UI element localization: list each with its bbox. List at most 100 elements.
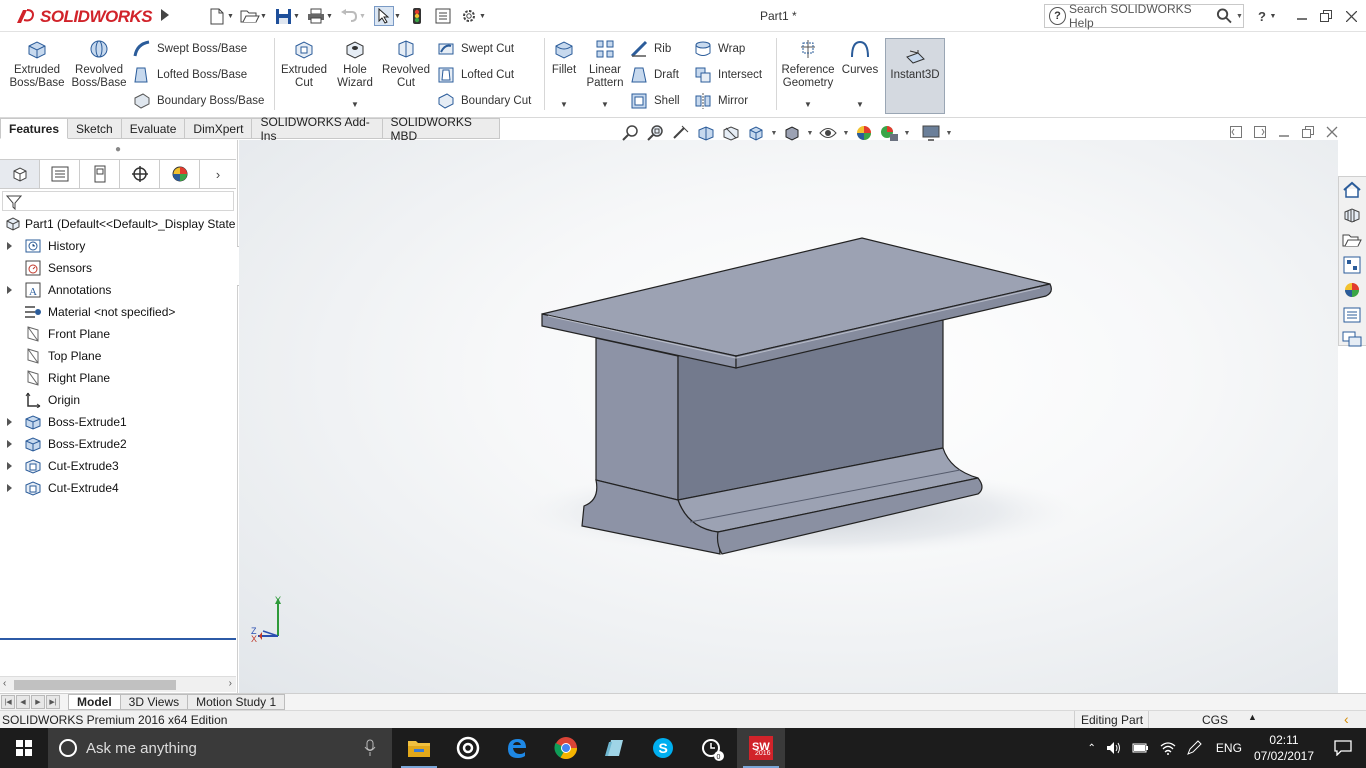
tab-model[interactable]: Model: [68, 694, 121, 710]
tile-right-icon[interactable]: [1254, 126, 1266, 138]
options-gear-icon[interactable]: [459, 6, 479, 26]
tree-item-front-plane[interactable]: Front Plane: [0, 323, 236, 345]
expand-arrow-icon[interactable]: [7, 418, 12, 426]
wrap-button[interactable]: Wrap: [694, 40, 745, 58]
file-explorer-icon[interactable]: [1339, 228, 1365, 252]
tab-3d-views[interactable]: 3D Views: [120, 694, 189, 710]
cortana-search-box[interactable]: Ask me anything: [48, 728, 392, 768]
undo-icon[interactable]: [339, 6, 359, 26]
tab-motion-study-1[interactable]: Motion Study 1: [188, 694, 286, 710]
design-library-icon[interactable]: [1339, 203, 1365, 227]
previous-view-icon[interactable]: [670, 123, 692, 143]
help-search-box[interactable]: ? Search SOLIDWORKS Help ▼: [1044, 2, 1244, 30]
zoom-to-fit-icon[interactable]: [620, 123, 642, 143]
expand-arrow-icon[interactable]: [7, 286, 12, 294]
chevron-down-icon[interactable]: ▼: [293, 6, 300, 26]
chevron-down-icon[interactable]: ▼: [842, 130, 850, 137]
view-settings-monitor-icon[interactable]: [920, 123, 942, 143]
display-manager-tab-icon[interactable]: [160, 160, 200, 188]
chevron-down-icon[interactable]: ▼: [326, 6, 333, 26]
show-hidden-icons-chevron-icon[interactable]: ⌃: [1088, 743, 1096, 754]
hole-wizard-button[interactable]: Hole Wizard: [332, 36, 378, 90]
tree-item-right-plane[interactable]: Right Plane: [0, 367, 236, 389]
lofted-boss-button[interactable]: Lofted Boss/Base: [133, 66, 247, 84]
tree-item-boss-extrude1[interactable]: Boss-Extrude1: [0, 411, 236, 433]
tree-item-cut-extrude3[interactable]: Cut-Extrude3: [0, 455, 236, 477]
display-style-icon[interactable]: [781, 123, 803, 143]
view-orientation-icon[interactable]: [745, 123, 767, 143]
tree-item-sensors[interactable]: Sensors: [0, 257, 236, 279]
dimxpert-manager-tab-icon[interactable]: [120, 160, 160, 188]
solidworks-logo[interactable]: SOLIDWORKS: [14, 6, 153, 28]
tree-item-cut-extrude4[interactable]: Cut-Extrude4: [0, 477, 236, 499]
extruded-cut-button[interactable]: Extruded Cut: [278, 36, 330, 90]
save-icon[interactable]: [273, 6, 293, 26]
tree-item-material[interactable]: Material <not specified>: [0, 301, 236, 323]
viewport-restore-icon[interactable]: [1302, 126, 1314, 138]
chevron-down-icon[interactable]: ▼: [856, 100, 864, 109]
pen-workspace-icon[interactable]: [1186, 740, 1202, 756]
intersect-button[interactable]: Intersect: [694, 66, 762, 84]
tree-item-origin[interactable]: Origin: [0, 389, 236, 411]
appearances-scenes-icon[interactable]: [1339, 278, 1365, 302]
expand-arrow-icon[interactable]: [7, 242, 12, 250]
chevron-down-icon[interactable]: ▼: [351, 100, 359, 109]
tree-item-top-plane[interactable]: Top Plane: [0, 345, 236, 367]
scroll-thumb[interactable]: [14, 680, 176, 690]
skype-taskbar-icon[interactable]: S: [639, 728, 687, 768]
swept-boss-button[interactable]: Swept Boss/Base: [133, 40, 247, 58]
solidworks-taskbar-icon[interactable]: SW 2016: [737, 728, 785, 768]
close-icon[interactable]: [1341, 6, 1361, 26]
chevron-down-icon[interactable]: ▼: [806, 130, 814, 137]
draft-button[interactable]: Draft: [630, 66, 679, 84]
wifi-icon[interactable]: [1160, 741, 1176, 755]
tree-item-annotations[interactable]: A Annotations: [0, 279, 236, 301]
boundary-boss-button[interactable]: Boundary Boss/Base: [133, 92, 264, 110]
chevron-down-icon[interactable]: ▼: [945, 130, 953, 137]
lofted-cut-button[interactable]: Lofted Cut: [437, 66, 514, 84]
edit-appearance-icon[interactable]: [853, 123, 875, 143]
curves-button[interactable]: Curves: [840, 36, 880, 77]
configuration-manager-tab-icon[interactable]: [80, 160, 120, 188]
scroll-right-icon[interactable]: ›: [229, 678, 232, 689]
microphone-icon[interactable]: [364, 739, 376, 757]
part-model-i-beam[interactable]: [239, 140, 1338, 693]
chrome-taskbar-icon[interactable]: [542, 728, 590, 768]
graphics-viewport[interactable]: Y Z X: [239, 140, 1338, 693]
boundary-cut-button[interactable]: Boundary Cut: [437, 92, 531, 110]
battery-power-icon[interactable]: [1132, 742, 1150, 754]
menu-expand-icon[interactable]: [161, 9, 169, 21]
restore-icon[interactable]: [1316, 6, 1336, 26]
revolved-cut-button[interactable]: Revolved Cut: [380, 36, 432, 90]
scroll-left-icon[interactable]: ‹: [3, 678, 6, 689]
chevron-down-icon[interactable]: ▼: [560, 100, 568, 109]
edge-browser-taskbar-icon[interactable]: [493, 728, 541, 768]
unit-system-text[interactable]: CGS: [1202, 713, 1228, 727]
tab-evaluate[interactable]: Evaluate: [121, 118, 186, 139]
chevron-down-icon[interactable]: ▼: [601, 100, 609, 109]
minimize-icon[interactable]: [1292, 6, 1312, 26]
instant3d-button[interactable]: Instant3D: [885, 38, 945, 114]
section-view-icon[interactable]: [695, 123, 717, 143]
solidworks-resources-home-icon[interactable]: [1339, 178, 1365, 202]
first-tab-icon[interactable]: |◀: [1, 695, 15, 709]
last-tab-icon[interactable]: ▶|: [46, 695, 60, 709]
chevron-down-icon[interactable]: ▼: [479, 6, 486, 26]
chevron-down-icon[interactable]: ▼: [1269, 6, 1277, 26]
volume-icon[interactable]: [1106, 741, 1122, 755]
units-menu-arrow-icon[interactable]: ▲: [1248, 712, 1257, 722]
expand-arrow-icon[interactable]: [7, 484, 12, 492]
revolved-boss-button[interactable]: Revolved Boss/Base: [72, 36, 127, 90]
reference-geometry-button[interactable]: Reference Geometry: [780, 36, 836, 90]
zoom-to-area-icon[interactable]: [645, 123, 667, 143]
panel-splitter-handle[interactable]: ●: [0, 140, 236, 158]
media-player-taskbar-icon[interactable]: [444, 728, 492, 768]
chevron-right-icon[interactable]: ›: [200, 160, 236, 188]
chevron-down-icon[interactable]: ▼: [804, 100, 812, 109]
tab-solidworks-addins[interactable]: SOLIDWORKS Add-Ins: [252, 115, 383, 143]
tree-item-history[interactable]: History: [0, 235, 236, 257]
clock[interactable]: 02:11 07/02/2017: [1254, 732, 1314, 764]
rib-button[interactable]: Rib: [630, 40, 671, 58]
file-explorer-taskbar-icon[interactable]: [395, 728, 443, 768]
rollback-bar[interactable]: [0, 638, 236, 640]
